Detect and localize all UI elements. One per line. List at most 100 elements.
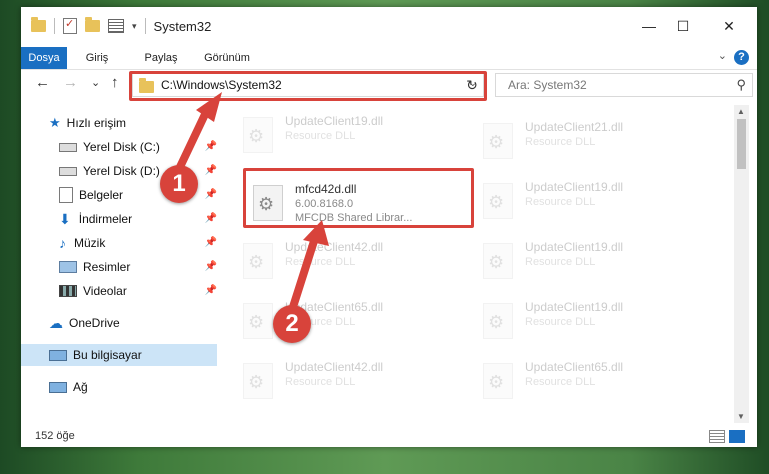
file-name: UpdateClient21.dll (525, 120, 624, 134)
pin-icon[interactable]: 📌 (205, 208, 217, 230)
status-bar: 152 öğe (21, 425, 757, 447)
sidebar-item-downloads[interactable]: ⬇ İndirmeler 📌 (59, 208, 217, 230)
file-name: UpdateClient19.dll (285, 114, 384, 128)
sidebar-item-pictures[interactable]: Resimler 📌 (59, 256, 217, 278)
folder-icon (31, 17, 46, 32)
dll-file-icon (243, 363, 273, 399)
explorer-window: ▾ System32 — ☐ ✕ Dosya Giriş Paylaş Görü… (21, 7, 757, 447)
sidebar-item-label: Ağ (73, 380, 88, 394)
sidebar-item-label: Müzik (74, 236, 106, 250)
new-folder-icon[interactable] (85, 17, 100, 32)
sidebar-item-label: Yerel Disk (D:) (83, 164, 160, 178)
minimize-button[interactable]: — (635, 15, 663, 37)
file-list: UpdateClient19.dll Resource DLL mfcd42d.… (217, 103, 734, 413)
recent-locations-button[interactable]: ⌄ (91, 76, 100, 89)
file-name: UpdateClient19.dll (525, 180, 624, 194)
sidebar-item-videos[interactable]: Videolar 📌 (59, 280, 217, 302)
file-type: Resource DLL (525, 256, 596, 268)
file-name: UpdateClient19.dll (525, 300, 624, 314)
file-type: Resource DLL (285, 376, 356, 388)
list-item[interactable]: UpdateClient19.dll Resource DLL (235, 107, 465, 159)
file-highlight-box (243, 168, 474, 228)
properties-icon[interactable] (63, 17, 77, 34)
collapse-ribbon-icon[interactable]: ⌄ (718, 49, 727, 62)
search-icon[interactable]: ⚲ (736, 77, 746, 93)
sidebar-item-network[interactable]: Ağ (49, 376, 88, 398)
music-icon: ♪ (59, 235, 66, 251)
scroll-up-icon[interactable]: ▲ (737, 107, 745, 116)
address-highlight-box (129, 71, 487, 101)
callout-1: 1 (160, 165, 198, 203)
file-type: Resource DLL (525, 376, 596, 388)
divider (54, 18, 55, 34)
pin-icon[interactable]: 📌 (205, 184, 217, 206)
scroll-down-icon[interactable]: ▼ (737, 412, 745, 421)
tab-share[interactable]: Paylaş (137, 47, 185, 69)
maximize-button[interactable]: ☐ (669, 15, 697, 37)
quick-access-toolbar: ▾ System32 (31, 17, 212, 34)
dll-file-icon (483, 183, 513, 219)
file-name: UpdateClient65.dll (525, 360, 624, 374)
pin-icon[interactable]: 📌 (205, 256, 217, 278)
forward-button[interactable]: → (63, 74, 78, 91)
pin-icon[interactable]: 📌 (205, 136, 217, 158)
list-item[interactable]: UpdateClient19.dll Resource DLL (475, 173, 705, 225)
file-name: UpdateClient42.dll (285, 240, 384, 254)
ribbon-tabs: Dosya Giriş Paylaş Görünüm ⌄ ? (21, 47, 757, 70)
navigation-pane: ★ Hızlı erişim Yerel Disk (C:) 📌 Yerel D… (21, 107, 217, 412)
pin-icon[interactable]: 📌 (205, 280, 217, 302)
help-icon[interactable]: ? (734, 50, 749, 65)
sidebar-item-label: Hızlı erişim (66, 116, 126, 130)
sidebar-item-quick-access[interactable]: ★ Hızlı erişim (49, 112, 126, 134)
list-item[interactable]: UpdateClient42.dll Resource DLL (235, 233, 465, 285)
divider (144, 18, 146, 34)
details-view-icon[interactable] (709, 430, 725, 443)
pin-icon[interactable]: 📌 (205, 232, 217, 254)
window-title: System32 (153, 18, 212, 34)
star-icon: ★ (49, 115, 61, 130)
scrollbar-thumb[interactable] (737, 119, 746, 169)
tab-view[interactable]: Görünüm (197, 47, 257, 69)
list-item[interactable]: UpdateClient21.dll Resource DLL (475, 113, 705, 165)
tab-home[interactable]: Giriş (77, 47, 117, 69)
file-type: Resource DLL (285, 256, 356, 268)
list-item[interactable]: UpdateClient65.dll Resource DLL (235, 293, 465, 345)
title-bar: ▾ System32 — ☐ ✕ (21, 7, 757, 47)
large-icons-view-icon[interactable] (729, 430, 745, 443)
sidebar-item-label: Bu bilgisayar (73, 348, 142, 362)
list-item[interactable]: UpdateClient19.dll Resource DLL (475, 293, 705, 345)
sidebar-item-label: İndirmeler (78, 212, 133, 226)
list-item[interactable]: UpdateClient19.dll Resource DLL (475, 233, 705, 285)
close-button[interactable]: ✕ (715, 15, 743, 37)
customize-view-icon[interactable] (108, 19, 124, 33)
vertical-scrollbar[interactable]: ▲ ▼ (734, 105, 749, 423)
cloud-icon: ☁ (49, 315, 63, 331)
file-type: Resource DLL (285, 130, 356, 142)
file-name: UpdateClient19.dll (525, 240, 624, 254)
search-input[interactable]: Ara: System32 ⚲ (495, 73, 753, 97)
sidebar-item-drive-c[interactable]: Yerel Disk (C:) 📌 (59, 136, 217, 158)
list-item[interactable]: UpdateClient42.dll Resource DLL (235, 353, 465, 405)
callout-2: 2 (273, 305, 311, 343)
dll-file-icon (243, 117, 273, 153)
sidebar-item-label: Videolar (83, 284, 127, 298)
file-type: Resource DLL (525, 136, 596, 148)
navigation-bar: ← → ⌄ ↑ C:\Windows\System32 ⌄ ↻ Ara: Sys… (21, 70, 757, 101)
list-item[interactable]: UpdateClient65.dll Resource DLL (475, 353, 705, 405)
sidebar-item-music[interactable]: ♪ Müzik 📌 (59, 232, 217, 254)
file-name: UpdateClient42.dll (285, 360, 384, 374)
up-button[interactable]: ↑ (111, 74, 119, 91)
search-placeholder: Ara: System32 (508, 78, 587, 92)
sidebar-item-this-pc[interactable]: Bu bilgisayar (21, 344, 217, 366)
sidebar-item-label: Yerel Disk (C:) (83, 140, 160, 154)
drive-icon (59, 142, 77, 152)
sidebar-item-onedrive[interactable]: ☁ OneDrive (49, 312, 120, 334)
sidebar-item-label: Resimler (83, 260, 131, 274)
dll-file-icon (483, 243, 513, 279)
documents-icon (59, 187, 73, 203)
pin-icon[interactable]: 📌 (205, 160, 217, 182)
tab-file[interactable]: Dosya (21, 47, 67, 69)
item-count: 152 öğe (35, 430, 75, 442)
customize-dropdown-icon[interactable]: ▾ (132, 21, 137, 32)
back-button[interactable]: ← (35, 74, 50, 91)
